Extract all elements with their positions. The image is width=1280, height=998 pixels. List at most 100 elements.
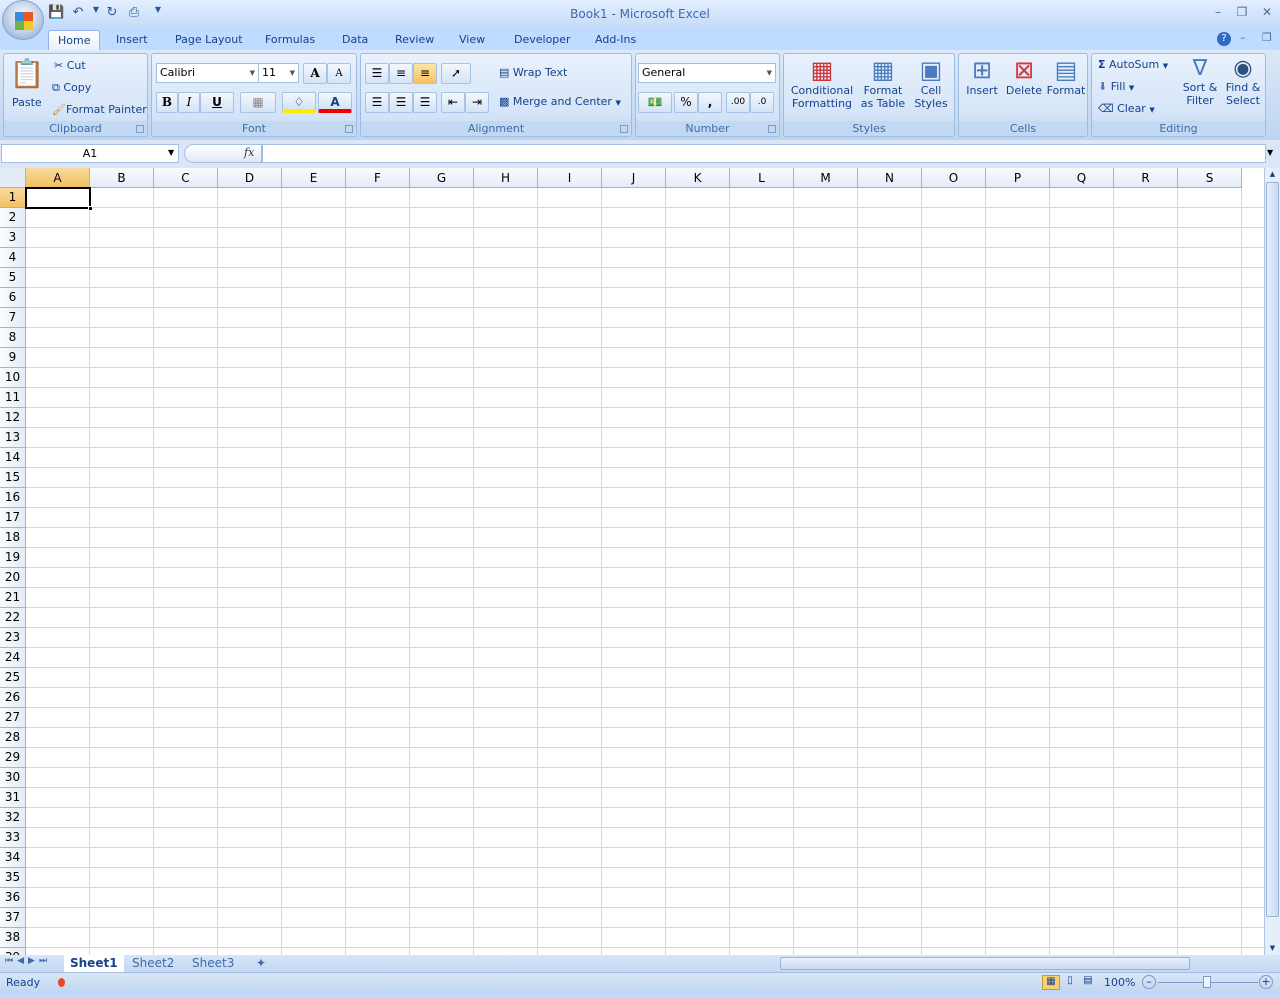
column-header-I[interactable]: I bbox=[538, 168, 602, 188]
insert-function-button[interactable]: fx bbox=[244, 146, 254, 159]
row-header-13[interactable]: 13 bbox=[0, 428, 26, 448]
conditional-formatting-button[interactable]: ▦ Conditional Formatting bbox=[789, 56, 855, 110]
horizontal-scrollbar[interactable] bbox=[762, 956, 1262, 971]
find-select-button[interactable]: ◉ Find & Select bbox=[1222, 56, 1264, 107]
row-header-24[interactable]: 24 bbox=[0, 648, 26, 668]
clipboard-launcher-icon[interactable] bbox=[136, 125, 144, 133]
expand-formula-bar-icon[interactable]: ▼ bbox=[1267, 148, 1273, 157]
column-header-S[interactable]: S bbox=[1178, 168, 1242, 188]
borders-button[interactable]: ▦ bbox=[240, 92, 276, 113]
zoom-in-button[interactable]: + bbox=[1259, 975, 1273, 989]
column-header-C[interactable]: C bbox=[154, 168, 218, 188]
column-header-H[interactable]: H bbox=[474, 168, 538, 188]
row-header-27[interactable]: 27 bbox=[0, 708, 26, 728]
center-button[interactable]: ☰ bbox=[389, 92, 413, 113]
grow-font-button[interactable]: A bbox=[303, 63, 327, 84]
row-header-20[interactable]: 20 bbox=[0, 568, 26, 588]
row-header-6[interactable]: 6 bbox=[0, 288, 26, 308]
page-break-view-button[interactable]: ▤ bbox=[1080, 975, 1096, 986]
worksheet-grid[interactable]: A B C D E F G H I J K L M N O P Q R S 1 2 3 4 5 6 7 8 9 10 11 12 13 14 15… bbox=[0, 168, 1264, 955]
tab-insert[interactable]: Insert bbox=[107, 30, 157, 51]
row-header-12[interactable]: 12 bbox=[0, 408, 26, 428]
row-header-39[interactable]: 39 bbox=[0, 948, 26, 955]
fill-color-button[interactable]: ♢ bbox=[282, 92, 316, 113]
paste-button[interactable]: Paste bbox=[12, 96, 42, 109]
column-header-D[interactable]: D bbox=[218, 168, 282, 188]
row-header-34[interactable]: 34 bbox=[0, 848, 26, 868]
column-header-R[interactable]: R bbox=[1114, 168, 1178, 188]
row-header-14[interactable]: 14 bbox=[0, 448, 26, 468]
column-header-O[interactable]: O bbox=[922, 168, 986, 188]
ribbon-minimize-button[interactable]: – bbox=[1240, 31, 1246, 44]
tab-developer[interactable]: Developer bbox=[505, 30, 580, 51]
sort-filter-button[interactable]: ∇ Sort & Filter bbox=[1180, 56, 1220, 107]
formula-input[interactable] bbox=[262, 144, 1266, 163]
column-header-P[interactable]: P bbox=[986, 168, 1050, 188]
comma-button[interactable]: , bbox=[698, 92, 722, 113]
row-header-10[interactable]: 10 bbox=[0, 368, 26, 388]
merge-center-button[interactable]: ▩ Merge and Center ▼ bbox=[499, 95, 621, 108]
insert-cells-button[interactable]: ⊞ Insert bbox=[962, 56, 1002, 97]
name-box[interactable]: A1 bbox=[1, 144, 179, 163]
row-header-2[interactable]: 2 bbox=[0, 208, 26, 228]
increase-decimal-button[interactable]: .00 bbox=[726, 92, 750, 113]
format-cells-button[interactable]: ▤ Format bbox=[1046, 56, 1086, 97]
delete-cells-button[interactable]: ⊠ Delete bbox=[1004, 56, 1044, 97]
row-header-30[interactable]: 30 bbox=[0, 768, 26, 788]
minimize-button[interactable]: – bbox=[1208, 5, 1228, 21]
ribbon-restore-button[interactable]: ❐ bbox=[1262, 31, 1272, 44]
underline-button[interactable]: U bbox=[200, 92, 234, 113]
column-header-N[interactable]: N bbox=[858, 168, 922, 188]
row-header-28[interactable]: 28 bbox=[0, 728, 26, 748]
column-header-G[interactable]: G bbox=[410, 168, 474, 188]
row-header-19[interactable]: 19 bbox=[0, 548, 26, 568]
office-button[interactable] bbox=[2, 0, 44, 40]
row-header-37[interactable]: 37 bbox=[0, 908, 26, 928]
autosum-button[interactable]: Σ AutoSum ▼ bbox=[1098, 58, 1168, 71]
middle-align-button[interactable]: ≡ bbox=[389, 63, 413, 84]
tab-page-layout[interactable]: Page Layout bbox=[166, 30, 252, 51]
row-header-16[interactable]: 16 bbox=[0, 488, 26, 508]
row-header-17[interactable]: 17 bbox=[0, 508, 26, 528]
zoom-out-button[interactable]: – bbox=[1142, 975, 1156, 989]
fill-button[interactable]: ⬇ Fill ▼ bbox=[1098, 80, 1134, 93]
row-header-36[interactable]: 36 bbox=[0, 888, 26, 908]
vertical-scroll-thumb[interactable] bbox=[1266, 182, 1279, 917]
row-header-18[interactable]: 18 bbox=[0, 528, 26, 548]
tab-home[interactable]: Home bbox=[48, 30, 101, 51]
column-header-M[interactable]: M bbox=[794, 168, 858, 188]
select-all-button[interactable] bbox=[0, 168, 26, 188]
row-header-32[interactable]: 32 bbox=[0, 808, 26, 828]
zoom-slider-thumb[interactable] bbox=[1203, 976, 1211, 988]
column-header-J[interactable]: J bbox=[602, 168, 666, 188]
font-launcher-icon[interactable] bbox=[345, 125, 353, 133]
increase-indent-button[interactable]: ⇥ bbox=[465, 92, 489, 113]
row-header-11[interactable]: 11 bbox=[0, 388, 26, 408]
alignment-launcher-icon[interactable] bbox=[620, 125, 628, 133]
decrease-decimal-button[interactable]: .0 bbox=[750, 92, 774, 113]
number-format-combo[interactable]: General ▼ bbox=[638, 63, 776, 83]
row-header-22[interactable]: 22 bbox=[0, 608, 26, 628]
column-header-L[interactable]: L bbox=[730, 168, 794, 188]
normal-view-button[interactable]: ▦ bbox=[1042, 975, 1060, 990]
zoom-level[interactable]: 100% bbox=[1104, 976, 1135, 989]
sheet-tab-2[interactable]: Sheet2 bbox=[126, 955, 180, 972]
shrink-font-button[interactable]: A bbox=[327, 63, 351, 84]
format-painter-button[interactable]: 🖌Format Painter bbox=[52, 103, 147, 116]
row-header-4[interactable]: 4 bbox=[0, 248, 26, 268]
close-button[interactable]: ✕ bbox=[1257, 5, 1277, 21]
paste-icon[interactable]: 📋 bbox=[9, 57, 45, 101]
cut-button[interactable]: ✂ Cut bbox=[54, 59, 86, 72]
sheet-navigation-buttons[interactable]: ⏮◀▶⏭ bbox=[5, 956, 51, 966]
clear-button[interactable]: ⌫ Clear ▼ bbox=[1098, 102, 1155, 115]
row-header-7[interactable]: 7 bbox=[0, 308, 26, 328]
row-header-9[interactable]: 9 bbox=[0, 348, 26, 368]
decrease-indent-button[interactable]: ⇤ bbox=[441, 92, 465, 113]
wrap-text-button[interactable]: ▤ Wrap Text bbox=[499, 66, 567, 79]
column-header-K[interactable]: K bbox=[666, 168, 730, 188]
row-header-8[interactable]: 8 bbox=[0, 328, 26, 348]
orientation-button[interactable]: ➚ bbox=[441, 63, 471, 84]
row-header-3[interactable]: 3 bbox=[0, 228, 26, 248]
row-header-5[interactable]: 5 bbox=[0, 268, 26, 288]
font-name-combo[interactable]: Calibri ▼ bbox=[156, 63, 259, 83]
